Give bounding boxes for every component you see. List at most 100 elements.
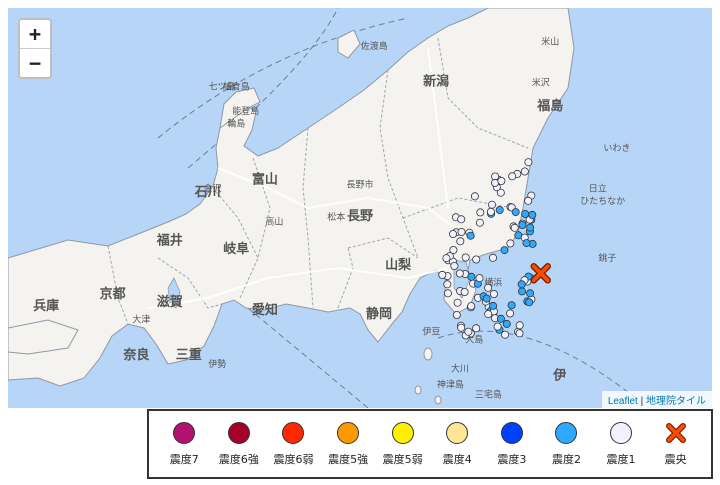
station-marker[interactable]	[515, 329, 524, 338]
station-marker[interactable]	[507, 301, 516, 310]
station-marker[interactable]	[457, 323, 466, 332]
base-map: 新潟富山石川福井長野岐阜山梨静岡愛知京都兵庫 滋賀奈良 三重福島伊佐渡島輪島金沢高山…	[8, 8, 712, 408]
station-marker[interactable]	[510, 223, 519, 232]
legend-item-6-upper: 震度6強	[213, 421, 265, 467]
station-marker[interactable]	[528, 210, 537, 219]
legend-item-6-lower: 震度6弱	[267, 421, 319, 467]
zoom-out-button[interactable]: −	[20, 49, 50, 77]
legend-item-1: 震度1	[595, 421, 647, 467]
station-marker[interactable]	[484, 283, 493, 292]
station-marker[interactable]	[518, 220, 527, 229]
map-view[interactable]: 新潟 富山 石川 福井 長野 岐阜 山梨 静岡 愛知 京都 兵庫 滋賀 奈良 三重 福島伊佐渡島 輪島 金沢 高山…	[8, 8, 712, 408]
place-label: 大川	[451, 362, 469, 374]
station-marker[interactable]	[515, 321, 524, 330]
station-marker[interactable]	[438, 270, 447, 279]
station-marker[interactable]	[495, 205, 504, 214]
legend-item-5-upper: 震度5強	[322, 421, 374, 467]
station-marker[interactable]	[467, 272, 476, 281]
station-marker[interactable]	[453, 298, 462, 307]
station-marker[interactable]	[475, 218, 484, 227]
prefecture-label: 京都	[100, 286, 126, 302]
station-marker[interactable]	[489, 301, 498, 310]
station-marker[interactable]	[517, 280, 526, 289]
station-marker[interactable]	[455, 269, 464, 278]
map-attribution: Leaflet | 地理院タイル	[601, 391, 712, 408]
place-label: 銚子	[598, 252, 616, 264]
station-marker[interactable]	[500, 246, 509, 255]
station-marker[interactable]	[443, 289, 452, 298]
place-label: 日立	[589, 183, 607, 195]
station-marker[interactable]	[497, 176, 506, 185]
legend-label: 震央	[664, 452, 687, 466]
station-marker[interactable]	[470, 192, 479, 201]
station-marker[interactable]	[464, 327, 473, 336]
station-marker[interactable]	[488, 253, 497, 262]
station-marker[interactable]	[502, 319, 511, 328]
legend-label: 震度5弱	[382, 452, 423, 466]
station-marker[interactable]	[520, 167, 529, 176]
station-marker[interactable]	[486, 207, 495, 216]
station-marker[interactable]	[524, 158, 533, 167]
epicenter-x-icon	[665, 422, 686, 443]
intensity-6-lower-swatch	[282, 421, 305, 444]
place-label: 能登島	[232, 105, 259, 117]
station-marker[interactable]	[526, 289, 535, 298]
station-marker[interactable]	[476, 208, 485, 217]
station-marker[interactable]	[496, 314, 505, 323]
station-marker[interactable]	[456, 237, 465, 246]
station-marker[interactable]	[517, 287, 526, 296]
station-marker[interactable]	[452, 310, 461, 319]
prefecture-label: 岐阜	[223, 241, 249, 257]
prefecture-label: 富山	[252, 172, 278, 188]
station-marker[interactable]	[472, 255, 481, 264]
prefecture-label: 山梨	[385, 257, 412, 273]
station-marker[interactable]	[466, 231, 475, 240]
place-label: いわき	[603, 143, 630, 154]
station-marker[interactable]	[511, 208, 520, 217]
legend-label: 震度4	[442, 452, 472, 466]
zoom-in-button[interactable]: +	[20, 20, 50, 49]
station-marker[interactable]	[460, 287, 469, 296]
prefecture-label: 愛知	[252, 302, 278, 318]
place-label: 高山	[265, 215, 283, 227]
station-marker[interactable]	[489, 289, 498, 298]
station-marker[interactable]	[443, 280, 452, 289]
prefecture-label: 伊	[552, 367, 566, 383]
place-label: 大津	[132, 313, 150, 325]
place-label: ひたちなか	[580, 196, 625, 207]
station-marker[interactable]	[506, 309, 515, 318]
station-marker[interactable]	[526, 223, 535, 232]
prefecture-label: 奈良	[122, 347, 149, 363]
station-marker[interactable]	[525, 298, 534, 307]
station-marker[interactable]	[461, 253, 470, 262]
station-marker[interactable]	[442, 254, 451, 263]
station-marker[interactable]	[487, 200, 496, 209]
station-marker[interactable]	[482, 294, 491, 303]
intensity-7-swatch	[173, 421, 196, 444]
gsi-tiles-link[interactable]: 地理院タイル	[646, 396, 706, 407]
leaflet-link[interactable]: Leaflet	[608, 396, 638, 407]
intensity-2-swatch	[555, 421, 578, 444]
station-marker[interactable]	[467, 302, 476, 311]
legend-label: 震度7	[169, 452, 199, 466]
station-marker[interactable]	[524, 196, 533, 205]
station-marker[interactable]	[506, 239, 515, 248]
station-marker[interactable]	[484, 310, 493, 319]
station-marker[interactable]	[450, 261, 459, 270]
prefecture-label: 福井	[156, 233, 183, 249]
zoom-control: + −	[18, 18, 52, 79]
place-label: 松本	[327, 211, 345, 223]
station-marker[interactable]	[493, 322, 502, 331]
station-marker[interactable]	[508, 172, 517, 181]
station-marker[interactable]	[457, 227, 466, 236]
legend-label: 震度1	[606, 452, 636, 466]
station-marker[interactable]	[475, 274, 484, 283]
legend-item-2: 震度2	[540, 421, 592, 467]
legend-label: 震度6弱	[273, 452, 314, 466]
place-label: 伊勢	[208, 358, 226, 370]
place-label: 舳倉島	[223, 81, 250, 93]
station-marker[interactable]	[457, 215, 466, 224]
station-marker[interactable]	[448, 229, 457, 238]
station-marker[interactable]	[514, 231, 523, 240]
station-marker[interactable]	[522, 239, 531, 248]
